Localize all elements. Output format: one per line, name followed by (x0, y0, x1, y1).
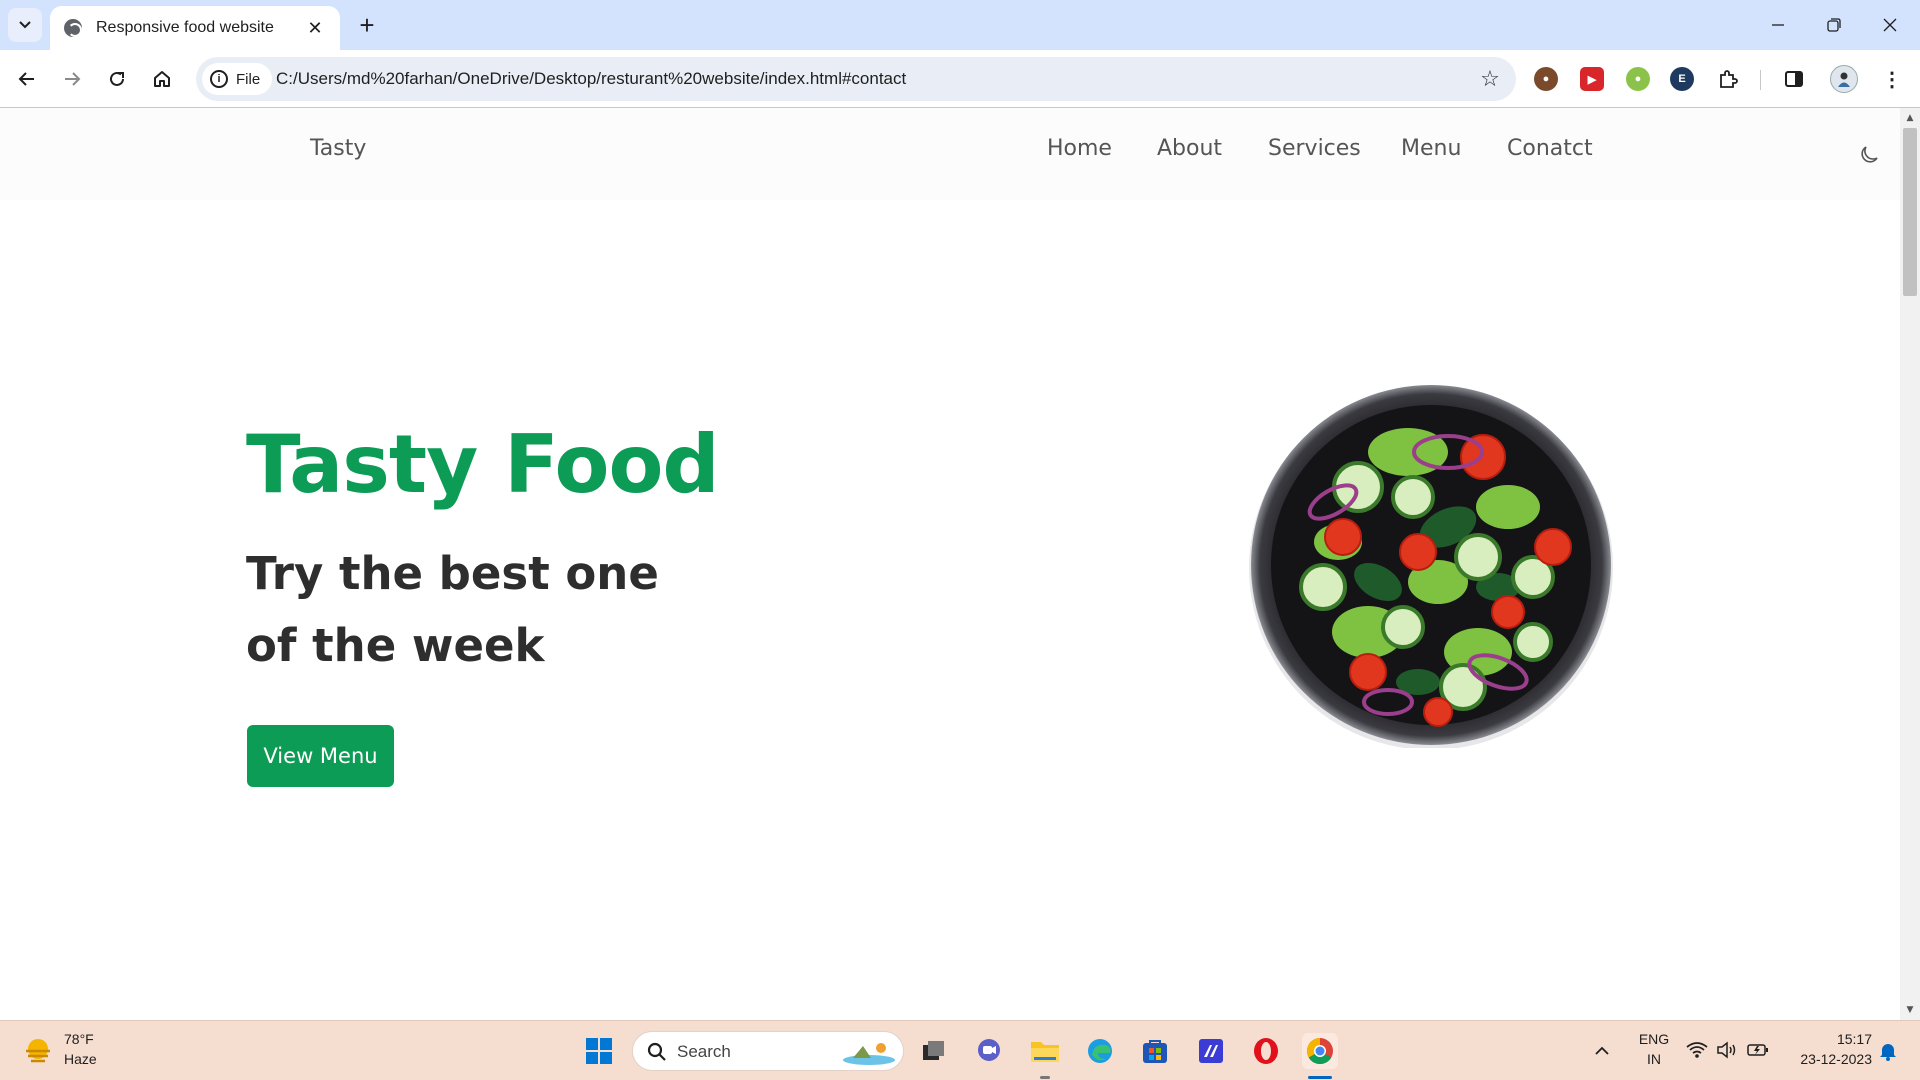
windows-taskbar: 78°F Haze Search ENG IN 15:17 23-12-2023 (0, 1020, 1920, 1080)
edge-browser-button[interactable] (1082, 1033, 1118, 1069)
home-icon (154, 71, 170, 87)
language-top[interactable]: ENG (1634, 1031, 1674, 1047)
show-hidden-icons-button[interactable] (1584, 1033, 1620, 1069)
scroll-up-icon[interactable]: ▲ (1900, 110, 1920, 126)
nav-menu[interactable]: Menu (1401, 136, 1461, 161)
chat-icon (978, 1039, 1000, 1061)
back-button[interactable] (10, 62, 44, 96)
teams-chat-button[interactable] (971, 1033, 1007, 1069)
clock-time[interactable]: 15:17 (1818, 1031, 1872, 1047)
restore-icon (1827, 18, 1841, 32)
forward-button[interactable] (55, 62, 89, 96)
home-button[interactable] (145, 62, 179, 96)
weather-condition[interactable]: Haze (64, 1051, 97, 1067)
opera-icon (1254, 1038, 1278, 1064)
scroll-down-icon[interactable]: ▼ (1900, 1002, 1920, 1018)
hero-title: Tasty Food (246, 418, 720, 511)
profile-avatar[interactable] (1830, 65, 1858, 93)
task-view-button[interactable] (916, 1033, 952, 1069)
reload-button[interactable] (100, 62, 134, 96)
toolbar-divider (1760, 70, 1761, 90)
wifi-icon[interactable] (1686, 1041, 1708, 1059)
chrome-browser-button[interactable] (1302, 1033, 1338, 1069)
address-bar[interactable]: i File C:/Users/md%20farhan/OneDrive/Des… (196, 57, 1516, 101)
file-explorer-button[interactable] (1027, 1033, 1063, 1069)
site-header: Tasty Home About Services Menu Conatct (0, 108, 1900, 200)
chevron-up-icon (1595, 1046, 1609, 1055)
search-label: Search (677, 1042, 731, 1061)
arrow-right-icon (65, 72, 81, 86)
hero-subtitle: Try the best one of the week (246, 547, 659, 672)
chrome-active-indicator (1308, 1076, 1332, 1079)
bulb-extension-icon[interactable]: ● (1626, 67, 1650, 91)
restore-button[interactable] (1806, 0, 1862, 50)
language-bottom[interactable]: IN (1634, 1051, 1674, 1067)
globe-icon (64, 19, 82, 37)
haze-weather-icon[interactable] (22, 1035, 54, 1067)
nav-contact[interactable]: Conatct (1507, 136, 1593, 161)
edge-icon (1088, 1039, 1112, 1063)
close-window-button[interactable] (1862, 0, 1918, 50)
scrollbar-thumb[interactable] (1903, 128, 1917, 296)
store-icon (1143, 1040, 1167, 1063)
arrow-left-icon (18, 72, 34, 86)
video-extension-icon[interactable]: ▶ (1580, 67, 1604, 91)
minimize-button[interactable] (1750, 0, 1806, 50)
site-info-label: File (236, 70, 261, 88)
start-button[interactable] (581, 1033, 617, 1069)
search-icon (647, 1042, 666, 1061)
close-icon (1883, 18, 1897, 32)
windows-logo-icon (586, 1038, 612, 1064)
chrome-icon (1306, 1037, 1333, 1065)
microsoft-store-button[interactable] (1137, 1033, 1173, 1069)
menu-kebab-icon[interactable]: ⋮ (1880, 67, 1904, 91)
page-viewport: Tasty Home About Services Menu Conatct T… (0, 108, 1900, 1020)
code-editor-icon (1199, 1039, 1223, 1063)
minimize-icon (1772, 24, 1784, 26)
url-text[interactable]: C:/Users/md%20farhan/OneDrive/Desktop/re… (276, 57, 906, 101)
page-scrollbar[interactable]: ▲ ▼ (1900, 108, 1920, 1020)
bookmark-star-icon[interactable]: ☆ (1476, 65, 1504, 93)
battery-icon[interactable] (1746, 1041, 1770, 1059)
close-tab-icon[interactable]: ✕ (304, 18, 326, 39)
e-extension-icon[interactable]: E (1670, 67, 1694, 91)
nav-services[interactable]: Services (1268, 136, 1361, 161)
side-panel-icon[interactable] (1782, 67, 1806, 91)
site-logo[interactable]: Tasty (310, 136, 366, 161)
taskbar-search[interactable]: Search (632, 1031, 904, 1071)
chevron-down-icon (19, 21, 31, 29)
explorer-running-indicator (1040, 1076, 1050, 1079)
info-icon: i (210, 70, 228, 88)
nav-about[interactable]: About (1157, 136, 1222, 161)
visual-studio-code-button[interactable] (1193, 1033, 1229, 1069)
browser-tab-active[interactable]: Responsive food website ✕ (50, 6, 340, 50)
tab-search-button[interactable] (8, 8, 42, 42)
cookie-extension-icon[interactable]: ● (1534, 67, 1558, 91)
clock-date[interactable]: 23-12-2023 (1784, 1051, 1872, 1067)
search-highlight-icon (843, 1043, 895, 1065)
salad-plate-image (1249, 385, 1613, 748)
tab-title: Responsive food website (96, 19, 274, 36)
view-menu-button[interactable]: View Menu (247, 725, 394, 787)
task-view-icon (923, 1041, 944, 1060)
site-info-chip[interactable]: i File (202, 63, 273, 95)
new-tab-button[interactable]: + (352, 10, 382, 40)
reload-icon (110, 71, 124, 86)
opera-browser-button[interactable] (1248, 1033, 1284, 1069)
browser-tabstrip: Responsive food website ✕ + (0, 0, 1920, 50)
volume-icon[interactable] (1716, 1041, 1738, 1059)
moon-icon[interactable] (1858, 144, 1880, 166)
weather-temp[interactable]: 78°F (64, 1031, 94, 1047)
folder-icon (1031, 1042, 1059, 1062)
nav-home[interactable]: Home (1047, 136, 1112, 161)
notification-bell-icon[interactable] (1878, 1041, 1898, 1061)
browser-toolbar: i File C:/Users/md%20farhan/OneDrive/Des… (0, 50, 1920, 108)
puzzle-extensions-icon[interactable] (1716, 67, 1740, 91)
